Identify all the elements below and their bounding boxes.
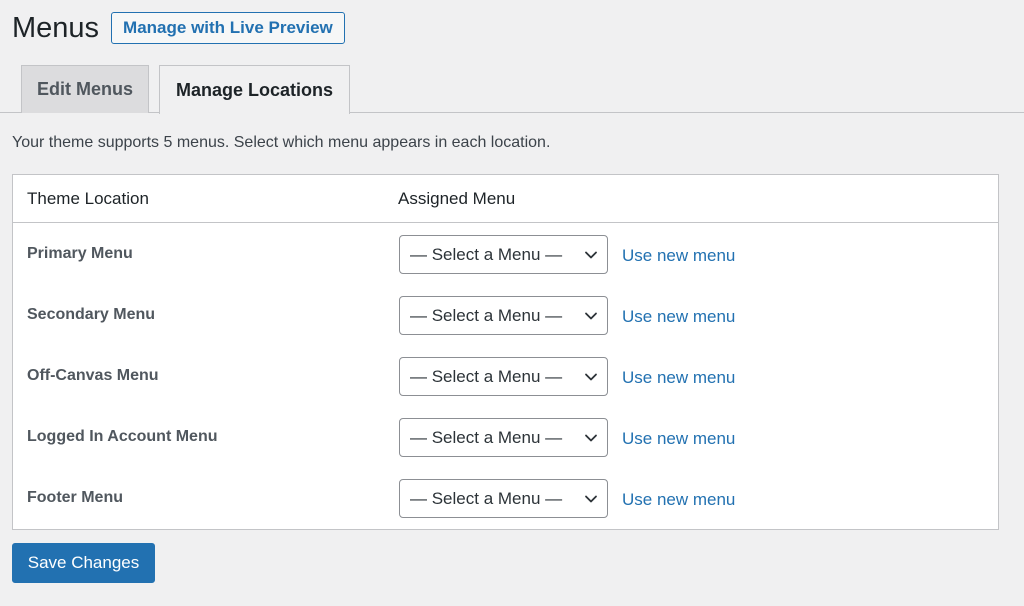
table-row: Secondary Menu — Select a Menu — Use new… — [13, 284, 998, 345]
manage-live-preview-button[interactable]: Manage with Live Preview — [111, 12, 345, 44]
table-row: Footer Menu — Select a Menu — Use new me… — [13, 467, 998, 528]
chevron-down-icon — [585, 434, 597, 442]
location-label: Off-Canvas Menu — [27, 367, 159, 384]
select-value: — Select a Menu — — [410, 488, 563, 508]
tab-edit-menus[interactable]: Edit Menus — [21, 65, 149, 113]
table-row: Primary Menu — Select a Menu — Use new m… — [13, 223, 998, 284]
menu-select-secondary[interactable]: — Select a Menu — — [399, 296, 608, 335]
page-title: Menus — [12, 12, 100, 44]
use-new-menu-link[interactable]: Use new menu — [622, 246, 735, 266]
location-label: Footer Menu — [27, 489, 123, 506]
select-value: — Select a Menu — — [410, 366, 563, 386]
intro-text: Your theme supports 5 menus. Select whic… — [12, 134, 551, 151]
page-header: Menus Manage with Live Preview — [12, 10, 345, 46]
use-new-menu-link[interactable]: Use new menu — [622, 429, 735, 449]
menu-select-footer[interactable]: — Select a Menu — — [399, 479, 608, 518]
table-row: Off-Canvas Menu — Select a Menu — Use ne… — [13, 345, 998, 406]
location-label: Secondary Menu — [27, 306, 156, 323]
locations-table: Theme Location Assigned Menu Primary Men… — [12, 174, 999, 530]
location-label: Primary Menu — [27, 245, 133, 262]
chevron-down-icon — [585, 495, 597, 503]
use-new-menu-link[interactable]: Use new menu — [622, 368, 735, 388]
chevron-down-icon — [585, 312, 597, 320]
chevron-down-icon — [585, 251, 597, 259]
header-theme-location: Theme Location — [27, 189, 149, 208]
table-header: Theme Location Assigned Menu — [13, 175, 998, 223]
select-value: — Select a Menu — — [410, 305, 563, 325]
location-label: Logged In Account Menu — [27, 428, 218, 445]
chevron-down-icon — [585, 373, 597, 381]
header-assigned-menu: Assigned Menu — [398, 189, 516, 208]
select-value: — Select a Menu — — [410, 427, 563, 447]
use-new-menu-link[interactable]: Use new menu — [622, 490, 735, 510]
save-changes-button[interactable]: Save Changes — [12, 543, 155, 583]
menu-select-logged-in-account[interactable]: — Select a Menu — — [399, 418, 608, 457]
table-row: Logged In Account Menu — Select a Menu —… — [13, 406, 998, 467]
use-new-menu-link[interactable]: Use new menu — [622, 307, 735, 327]
tab-manage-locations[interactable]: Manage Locations — [159, 65, 350, 114]
menu-select-off-canvas[interactable]: — Select a Menu — — [399, 357, 608, 396]
select-value: — Select a Menu — — [410, 244, 563, 264]
menu-select-primary[interactable]: — Select a Menu — — [399, 235, 608, 274]
nav-tabs: Edit Menus Manage Locations — [0, 65, 1024, 114]
